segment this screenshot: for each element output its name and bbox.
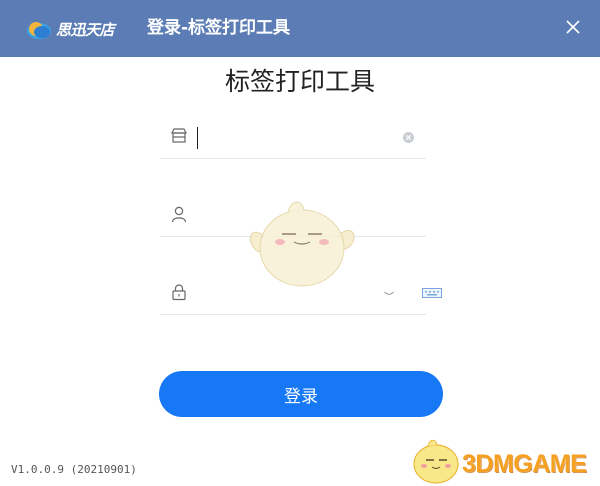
mascot-logo-icon (413, 439, 459, 484)
user-icon (171, 206, 187, 223)
text-caret (197, 127, 198, 149)
store-input[interactable] (196, 126, 386, 150)
store-field[interactable] (160, 118, 426, 159)
keyboard-icon[interactable] (422, 288, 442, 298)
lock-icon (172, 284, 186, 301)
cloud-logo-icon (27, 22, 51, 39)
eye-icon[interactable] (384, 291, 394, 297)
clear-icon[interactable] (403, 132, 414, 143)
brand-name: 思迅天店 (56, 20, 115, 39)
title-bar: 思迅天店 登录-标签打印工具 (0, 0, 600, 57)
page-title: 标签打印工具 (224, 67, 375, 96)
watermark-text: 3DMGAME (462, 450, 587, 478)
window-title: 登录-标签打印工具 (147, 18, 291, 38)
store-icon (171, 128, 187, 143)
brand-logo: 思迅天店 (26, 16, 115, 42)
3dmgame-watermark: 3DMGAME (402, 436, 600, 486)
login-button[interactable]: 登录 (159, 371, 443, 417)
mascot-watermark-image (249, 201, 355, 287)
close-icon[interactable] (564, 18, 582, 36)
version-label: V1.0.0.9 (20210901) (11, 463, 137, 476)
